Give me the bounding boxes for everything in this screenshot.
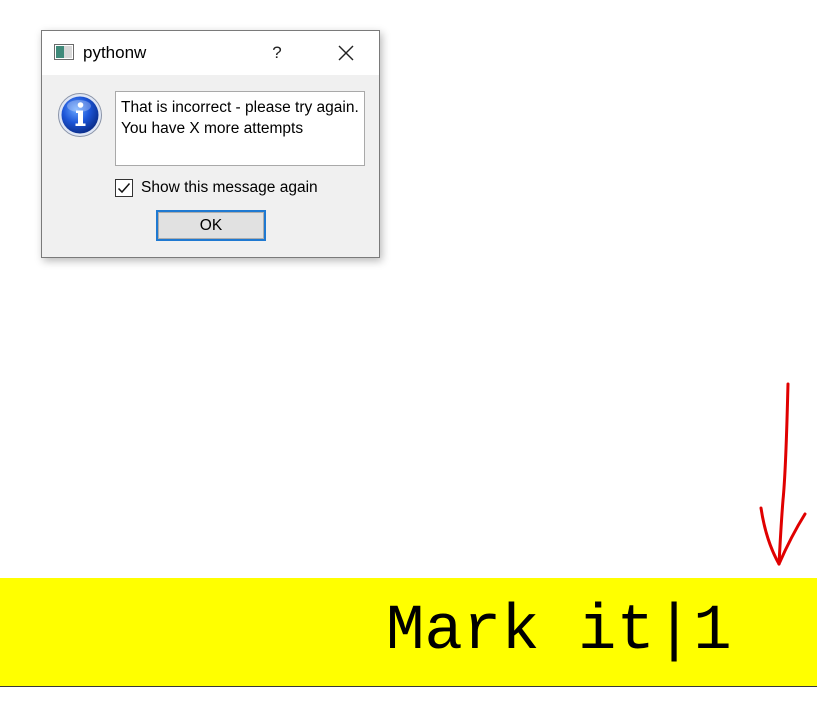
red-arrow-down-icon: [759, 382, 807, 566]
close-button[interactable]: [326, 37, 366, 69]
info-icon: [57, 92, 103, 138]
close-icon: [338, 45, 354, 61]
display-text: Mark it|1: [386, 596, 732, 668]
ok-button[interactable]: OK: [156, 210, 266, 241]
show-again-label: Show this message again: [141, 179, 318, 196]
window-app-icon: [54, 44, 74, 60]
checkmark-icon: [117, 183, 131, 194]
dialog-title: pythonw: [83, 43, 147, 62]
yellow-display-bar: Mark it|1: [0, 578, 817, 687]
show-again-checkbox-row[interactable]: Show this message again: [115, 177, 318, 199]
message-dialog: pythonw ? That is incorrect - please try…: [41, 30, 380, 258]
show-again-checkbox[interactable]: [115, 179, 133, 197]
message-text: That is incorrect - please try again. Yo…: [115, 91, 365, 166]
dialog-titlebar[interactable]: pythonw ?: [42, 31, 379, 75]
screen: pythonw ? That is incorrect - please try…: [0, 0, 817, 711]
help-button[interactable]: ?: [260, 31, 294, 75]
